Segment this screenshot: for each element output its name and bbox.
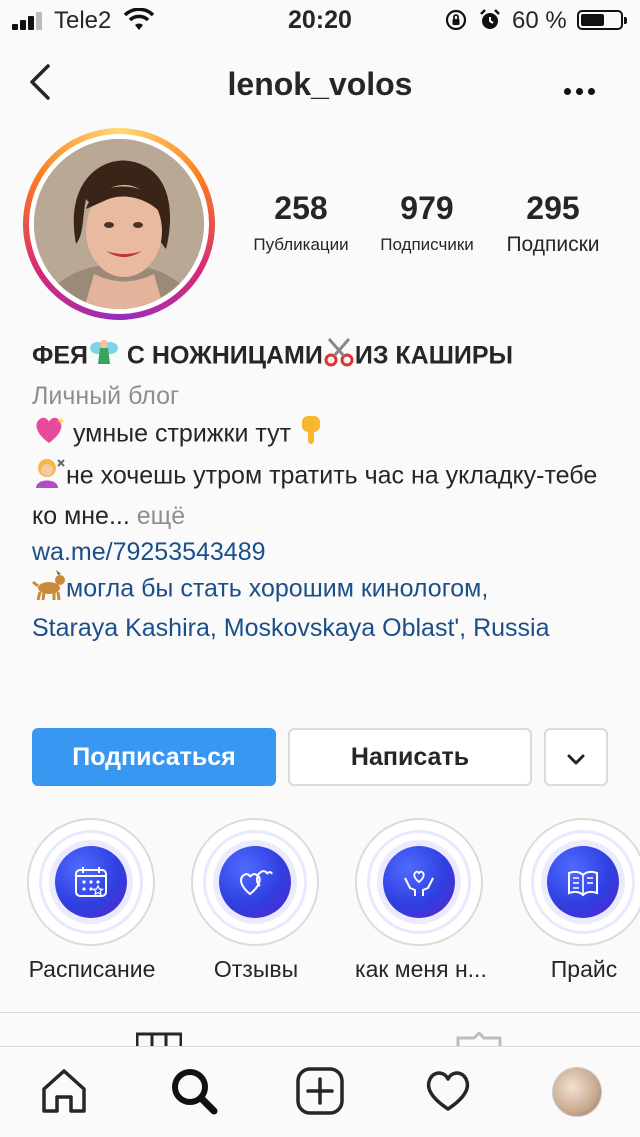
followers-count: 979: [400, 190, 454, 226]
pointing-down-emoji-icon: [298, 414, 326, 456]
heart-icon[interactable]: [422, 1065, 474, 1117]
status-bar: Tele2 20:20 60 %: [0, 0, 640, 40]
suggested-accounts-button[interactable]: [544, 728, 608, 786]
rotation-lock-icon: [445, 9, 467, 31]
following-label: Подписки: [506, 233, 600, 256]
followers-stat[interactable]: 979 Подписчики: [370, 188, 484, 258]
hearts-icon: [240, 870, 273, 896]
add-post-icon[interactable]: [294, 1065, 346, 1117]
profile-username: lenok_volos: [227, 66, 413, 102]
highlight-label: Отзывы: [213, 956, 299, 982]
calendar-icon: [75, 867, 107, 897]
home-icon[interactable]: [38, 1065, 90, 1117]
highlight-label: Расписание: [28, 956, 156, 982]
message-button[interactable]: Написать: [288, 728, 532, 786]
profile-avatar: [34, 139, 204, 309]
posts-label: Публикации: [253, 235, 349, 254]
fairy-emoji-icon: [88, 336, 120, 378]
section-divider: [0, 1012, 640, 1013]
more-options-icon[interactable]: [564, 82, 600, 100]
profile-display-name: ФЕЯ С НОЖНИЦАМИ ИЗ КАШИРЫ: [32, 336, 622, 378]
profile-bio: ФЕЯ С НОЖНИЦАМИ ИЗ КАШИРЫ Личный блог ум…: [32, 336, 622, 646]
bio-line-1: умные стрижки тут: [32, 414, 622, 456]
carrier-label: Tele2: [54, 7, 112, 34]
signal-icon: [12, 12, 44, 30]
chevron-down-icon: [567, 754, 585, 765]
battery-icon: [577, 10, 627, 30]
website-link[interactable]: wa.me/79253543489: [32, 534, 622, 570]
sparkling-heart-emoji-icon: [32, 415, 66, 455]
bio-more-link[interactable]: ещё: [130, 502, 185, 530]
following-stat[interactable]: 295 Подписки: [494, 188, 612, 258]
highlight-label: Прайс: [550, 956, 618, 982]
dog-emoji-icon: [32, 570, 66, 610]
followers-label: Подписчики: [380, 235, 474, 254]
profile-avatar-ring[interactable]: [23, 128, 215, 320]
alarm-icon: [480, 9, 500, 29]
follow-button[interactable]: Подписаться: [32, 728, 276, 786]
highlight-price[interactable]: Прайс: [519, 818, 640, 983]
posts-stat[interactable]: 258 Публикации: [245, 188, 357, 258]
battery-percent: 60 %: [512, 7, 567, 34]
profile-avatar[interactable]: [552, 1067, 602, 1117]
bio-line-3: ко мне... ещё: [32, 502, 186, 530]
location-link[interactable]: могла бы стать хорошим кинологом, Staray…: [32, 570, 622, 646]
highlight-how-to[interactable]: как меня н...: [355, 818, 487, 983]
scissors-emoji-icon: [323, 336, 355, 378]
wifi-icon: [124, 8, 154, 30]
profile-category: Личный блог: [32, 382, 180, 410]
book-icon: [568, 870, 598, 897]
posts-count: 258: [274, 190, 328, 226]
grid-tab-icon[interactable]: [136, 1032, 182, 1046]
following-count: 295: [526, 190, 580, 226]
search-icon[interactable]: [168, 1065, 220, 1117]
bottom-navigation: [0, 1046, 640, 1137]
tagged-tab-icon[interactable]: [456, 1032, 502, 1046]
highlight-label: как меня н...: [355, 956, 487, 982]
battery-fill: [581, 14, 604, 26]
hairdresser-emoji-icon: [32, 456, 66, 498]
highlight-reviews[interactable]: Отзывы: [191, 818, 321, 983]
clock: 20:20: [288, 6, 352, 34]
highlight-schedule[interactable]: Расписание: [27, 818, 157, 983]
heart-hands-icon: [404, 870, 434, 896]
bio-line-2: не хочешь утром тратить час на укладку-т…: [32, 456, 622, 498]
